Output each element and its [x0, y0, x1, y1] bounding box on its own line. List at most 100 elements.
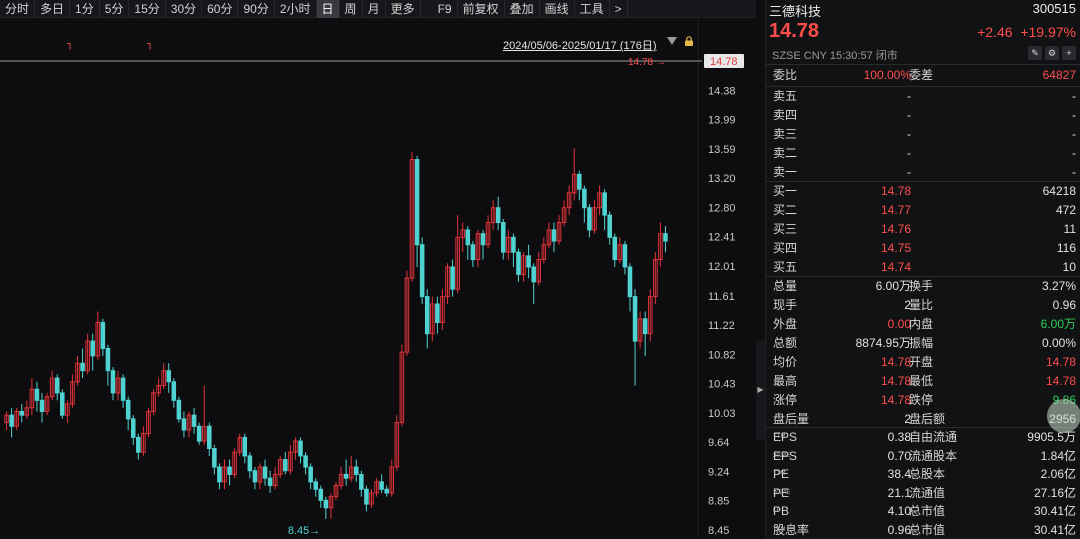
- candle-body: [308, 466, 313, 483]
- bid-row[interactable]: 买二 14.77 472: [766, 201, 1080, 220]
- tool-button[interactable]: 叠加: [505, 0, 540, 18]
- period-tab[interactable]: 周: [340, 0, 363, 18]
- candle-body: [303, 455, 308, 468]
- candle-body: [318, 488, 324, 501]
- price-axis-label: 12.01: [708, 261, 736, 273]
- ask-row[interactable]: 卖二 - -: [766, 144, 1080, 163]
- range-dropdown-icon[interactable]: [667, 37, 677, 45]
- ask-row[interactable]: 卖三 - -: [766, 125, 1080, 144]
- bid-row[interactable]: 买四 14.75 116: [766, 239, 1080, 258]
- bid-row[interactable]: 买三 14.76 11: [766, 220, 1080, 239]
- ask-volume: -: [1072, 165, 1076, 179]
- period-tab[interactable]: 1分: [70, 0, 100, 18]
- period-tab[interactable]: 多日: [35, 0, 71, 18]
- period-tab[interactable]: 更多: [386, 0, 421, 18]
- fundamental-label-sup: 2: [909, 526, 913, 533]
- candle-body: [176, 399, 182, 420]
- tool-button[interactable]: >: [610, 0, 628, 18]
- stat-value: 14.78: [880, 393, 911, 407]
- current-price-tag-text: 14.78: [710, 56, 738, 68]
- stat-value: 0.96: [1052, 298, 1076, 312]
- fundamental-row: PB LF 4.10 总市值 1 30.41亿: [766, 502, 1080, 521]
- add-icon[interactable]: +: [1062, 46, 1076, 60]
- fundamental-row: EPS 2024E 0.70 流通股本 1.84亿: [766, 447, 1080, 466]
- candle-body: [207, 425, 212, 449]
- candle-body: [125, 399, 131, 420]
- candle-body: [19, 410, 25, 416]
- order-diff-value: 64827: [1042, 68, 1076, 82]
- candle-body: [495, 207, 501, 224]
- candle-body: [120, 377, 126, 401]
- candle-body: [60, 392, 65, 416]
- stat-label: 总量: [773, 279, 798, 293]
- candle-body: [531, 266, 536, 283]
- settings-icon[interactable]: ⚙: [1045, 46, 1059, 60]
- ask-level-label: 卖四: [773, 108, 798, 122]
- bid-level-label: 买五: [773, 260, 798, 274]
- fundamental-value: 1.84亿: [1040, 448, 1076, 463]
- period-tab[interactable]: 5分: [100, 0, 130, 18]
- fundamental-label-sup: TTM: [773, 471, 786, 477]
- period-tab[interactable]: 60分: [202, 0, 239, 18]
- price-axis-label: 12.80: [708, 203, 736, 215]
- period-tab[interactable]: 分时: [0, 0, 36, 18]
- ask-row[interactable]: 卖四 - -: [766, 106, 1080, 125]
- fundamental-label-sup: TTM: [773, 526, 786, 533]
- stat-value: 0.00: [887, 317, 911, 331]
- fundamental-value: 0.38: [887, 430, 911, 444]
- date-range-label[interactable]: 2024/05/06-2025/01/17 (176日): [503, 37, 657, 53]
- period-tab[interactable]: 90分: [238, 0, 275, 18]
- candle-body: [262, 466, 268, 479]
- period-tab[interactable]: 15分: [129, 0, 166, 18]
- candle-body: [526, 255, 531, 268]
- fundamental-row: PE 2024E 21.1 流通值 27.16亿: [766, 484, 1080, 503]
- candle-body: [419, 244, 425, 298]
- candle-body: [323, 499, 329, 509]
- stat-value: 3.27%: [1041, 279, 1076, 293]
- floating-assist-button[interactable]: [1047, 399, 1080, 433]
- bid-row[interactable]: 买五 14.74 10: [766, 258, 1080, 277]
- tool-button[interactable]: 工具: [575, 0, 610, 18]
- tool-button[interactable]: 前复权: [458, 0, 505, 18]
- kline-chart[interactable]: 14.38 13.99 13.59 13.20 12.80 12.41 12.01 11.61…: [0, 18, 756, 539]
- price-axis-label: 10.82: [708, 349, 736, 361]
- candle-body: [587, 207, 592, 231]
- candle-body: [379, 481, 384, 490]
- tool-button[interactable]: 画线: [540, 0, 575, 18]
- price-axis-label: 10.43: [708, 378, 736, 390]
- stat-value: 14.78: [880, 355, 911, 369]
- stat-label: 跌停: [909, 393, 934, 407]
- tool-button[interactable]: F9: [433, 0, 458, 18]
- lock-icon[interactable]: [684, 36, 694, 46]
- order-ratio-row: 委比 100.00% 委差 64827: [766, 66, 1080, 85]
- bid-price: 14.76: [880, 222, 911, 236]
- stat-row: 涨停14.78跌停9.86: [766, 391, 1080, 410]
- ask-volume: -: [1072, 108, 1076, 122]
- ask-row[interactable]: 卖五 - -: [766, 87, 1080, 106]
- bid-level-label: 买四: [773, 241, 798, 255]
- edit-icon[interactable]: ✎: [1028, 46, 1042, 60]
- candle-body: [166, 370, 172, 383]
- period-tab[interactable]: 30分: [166, 0, 203, 18]
- panel-collapse-handle[interactable]: ▶: [756, 340, 765, 440]
- stock-name: 三德科技: [769, 4, 822, 19]
- candle-body: [354, 466, 359, 475]
- period-tab[interactable]: 月: [363, 0, 386, 18]
- stat-row: 均价 14.78 开盘 14.78: [766, 353, 1080, 372]
- fundamental-value: 2.06亿: [1040, 467, 1076, 481]
- candle-body: [298, 440, 303, 457]
- bid-row[interactable]: 买一 14.78 64218: [766, 182, 1080, 201]
- price-axis-label: 13.20: [708, 173, 736, 185]
- ask-row[interactable]: 卖一 - -: [766, 163, 1080, 182]
- range-marker: ┐: [67, 39, 73, 50]
- stat-row: 总量 6.00万 换手 3.27%: [766, 277, 1080, 296]
- fundamental-value: 4.10: [887, 504, 911, 518]
- period-tab[interactable]: 日: [316, 0, 340, 18]
- kline-svg[interactable]: 14.38 13.99 13.59 13.20 12.80 12.41 12.01 11.61…: [0, 18, 756, 539]
- fundamental-label-text: 总市值: [909, 522, 946, 537]
- ask-level-label: 卖二: [773, 146, 798, 160]
- bid-level-label: 买一: [773, 184, 798, 198]
- period-tab[interactable]: 2小时: [275, 0, 317, 18]
- candle-body: [217, 466, 222, 483]
- change-value: +2.46: [977, 24, 1013, 40]
